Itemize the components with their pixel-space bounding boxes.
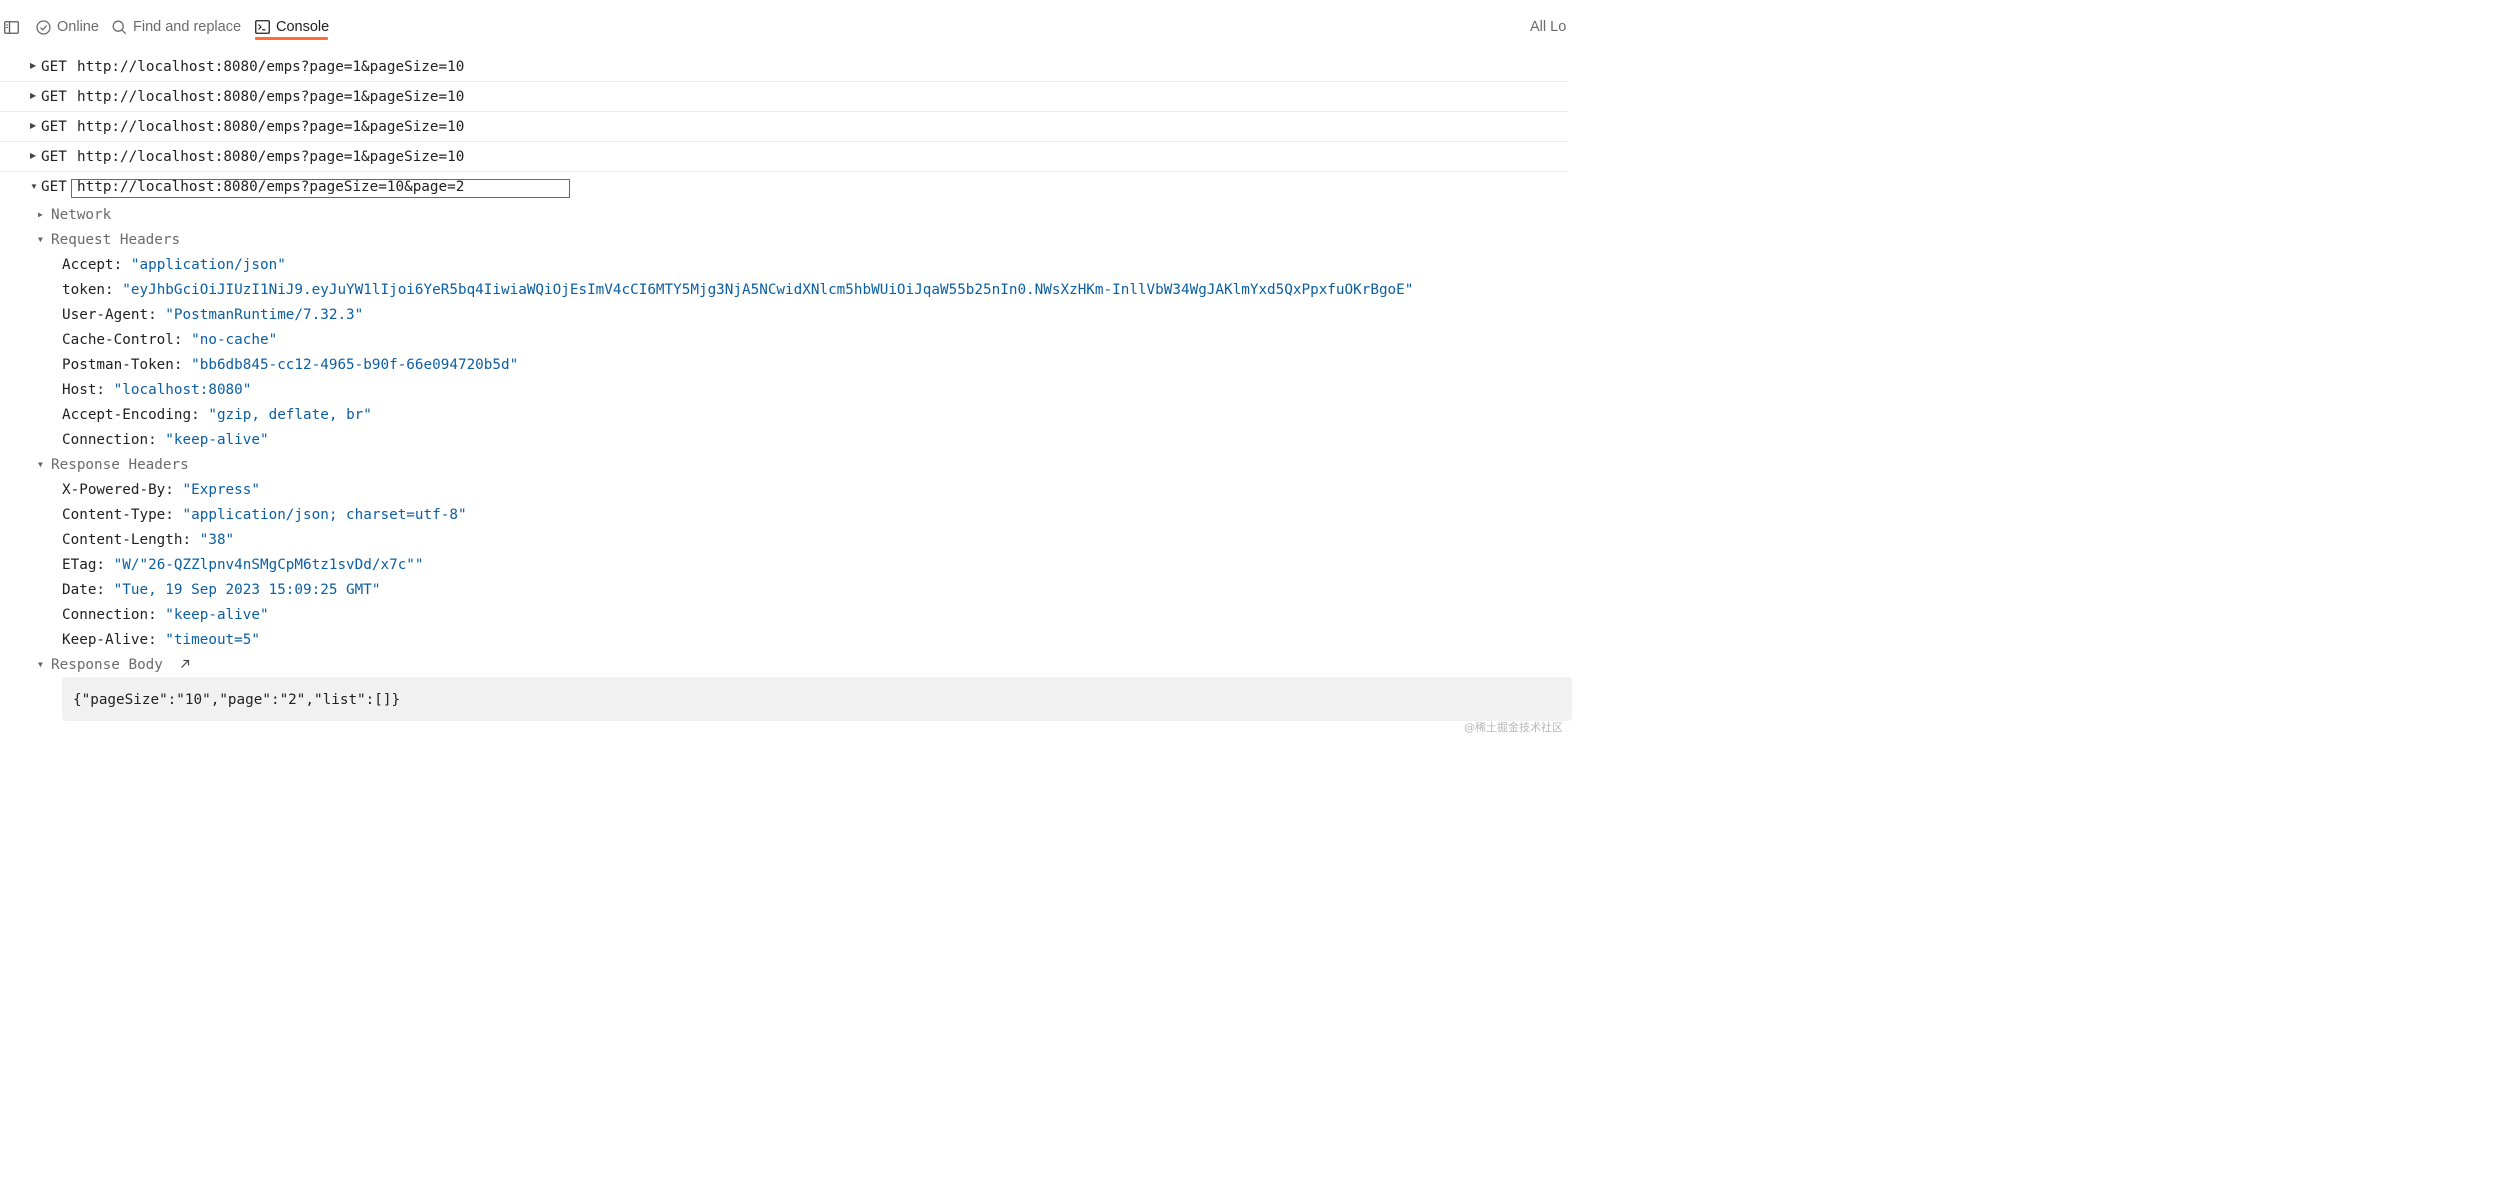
sidebar-panel-icon <box>4 20 19 34</box>
expand-caret-icon: ▶ <box>38 210 43 219</box>
header-key: Keep-Alive: <box>62 632 157 648</box>
request-row[interactable]: ▶ GET http://localhost:8080/emps?page=1&… <box>0 142 1568 172</box>
header-key: Host: <box>62 382 106 398</box>
collapse-caret-icon: ▼ <box>38 460 43 469</box>
open-external-icon[interactable] <box>180 659 190 669</box>
header-key: ETag: <box>62 557 106 573</box>
console-label: Console <box>276 19 330 35</box>
response-header-row: X-Powered-By: "Express" <box>62 480 260 500</box>
header-value: "keep-alive" <box>165 607 269 623</box>
request-url: http://localhost:8080/emps?page=1&pageSi… <box>77 119 465 135</box>
response-header-row: Content-Length: "38" <box>62 530 234 550</box>
header-value: "timeout=5" <box>165 632 260 648</box>
request-header-row: Host: "localhost:8080" <box>62 380 251 400</box>
header-value: "bb6db845-cc12-4965-b90f-66e094720b5d" <box>191 357 519 373</box>
header-key: Connection: <box>62 432 157 448</box>
request-header-row: Accept: "application/json" <box>62 255 286 275</box>
header-key: Cache-Control: <box>62 332 183 348</box>
response-header-row: Date: "Tue, 19 Sep 2023 15:09:25 GMT" <box>62 580 381 600</box>
active-tab-indicator <box>255 37 328 40</box>
expand-caret-icon[interactable]: ▶ <box>30 61 36 71</box>
header-value: "PostmanRuntime/7.32.3" <box>165 307 364 323</box>
header-value: "gzip, deflate, br" <box>208 407 372 423</box>
toggle-sidebar-icon[interactable] <box>4 16 25 38</box>
header-key: Accept: <box>62 257 123 273</box>
request-method: GET <box>41 59 67 75</box>
selected-request-url[interactable]: http://localhost:8080/emps?pageSize=10&p… <box>77 177 464 197</box>
find-and-replace-button[interactable]: Find and replace <box>112 16 241 38</box>
request-header-row: Cache-Control: "no-cache" <box>62 330 277 350</box>
request-header-row: Accept-Encoding: "gzip, deflate, br" <box>62 405 372 425</box>
header-value: "application/json" <box>130 257 286 273</box>
header-value: "W/"26-QZZlpnv4nSMgCpM6tz1svDd/x7c"" <box>113 557 424 573</box>
network-label: Network <box>51 207 112 223</box>
header-key: Accept-Encoding: <box>62 407 200 423</box>
online-label: Online <box>57 19 99 35</box>
header-value: "no-cache" <box>191 332 278 348</box>
request-url: http://localhost:8080/emps?page=1&pageSi… <box>77 149 465 165</box>
find-and-replace-label: Find and replace <box>133 19 242 35</box>
tab-console[interactable]: Console <box>255 16 329 38</box>
header-value: "application/json; charset=utf-8" <box>182 507 467 523</box>
request-header-row: User-Agent: "PostmanRuntime/7.32.3" <box>62 305 363 325</box>
expand-caret-icon[interactable]: ▶ <box>30 151 36 161</box>
request-row[interactable]: ▶ GET http://localhost:8080/emps?page=1&… <box>0 82 1568 112</box>
request-header-row: token: "eyJhbGciOiJIUzI1NiJ9.eyJuYW1lIjo… <box>62 280 1413 300</box>
header-value: "localhost:8080" <box>113 382 252 398</box>
all-logs-label: All Lo <box>1530 19 1567 35</box>
response-header-row: Keep-Alive: "timeout=5" <box>62 630 260 650</box>
watermark: @稀土掘金技术社区 <box>1464 721 1563 734</box>
header-value: "Tue, 19 Sep 2023 15:09:25 GMT" <box>113 582 381 598</box>
request-url: http://localhost:8080/emps?page=1&pageSi… <box>77 59 465 75</box>
request-method: GET <box>41 89 67 105</box>
request-header-row: Connection: "keep-alive" <box>62 430 269 450</box>
expand-caret-icon[interactable]: ▶ <box>30 121 36 131</box>
request-row[interactable]: ▶ GET http://localhost:8080/emps?page=1&… <box>0 52 1568 82</box>
header-key: Content-Length: <box>62 532 192 548</box>
all-logs-dropdown[interactable]: All Lo <box>1530 16 1566 38</box>
response-body-label: Response Body <box>51 657 163 673</box>
request-header-row: Postman-Token: "bb6db845-cc12-4965-b90f-… <box>62 355 518 375</box>
header-key: Content-Type: <box>62 507 174 523</box>
header-key: User-Agent: <box>62 307 157 323</box>
network-section-toggle[interactable]: ▶ Network <box>38 205 111 225</box>
header-value: "Express" <box>182 482 260 498</box>
request-url: http://localhost:8080/emps?page=1&pageSi… <box>77 89 465 105</box>
header-key: X-Powered-By: <box>62 482 174 498</box>
response-body-text: {"pageSize":"10","page":"2","list":[]} <box>73 692 401 708</box>
check-circle-icon <box>36 19 51 35</box>
header-key: token: <box>62 282 114 298</box>
collapse-caret-icon[interactable]: ▼ <box>30 182 38 192</box>
header-key: Postman-Token: <box>62 357 183 373</box>
request-row[interactable]: ▶ GET http://localhost:8080/emps?page=1&… <box>0 112 1568 142</box>
response-headers-label: Response Headers <box>51 457 189 473</box>
header-value: "38" <box>199 532 235 548</box>
response-header-row: Connection: "keep-alive" <box>62 605 269 625</box>
header-value: "eyJhbGciOiJIUzI1NiJ9.eyJuYW1lIjoi6YeR5b… <box>122 282 1414 298</box>
response-header-row: Content-Type: "application/json; charset… <box>62 505 467 525</box>
collapse-caret-icon: ▼ <box>38 660 43 669</box>
collapse-caret-icon: ▼ <box>38 235 43 244</box>
request-headers-label: Request Headers <box>51 232 181 248</box>
response-body-toggle[interactable]: ▼ Response Body <box>38 655 190 675</box>
online-status-button[interactable]: Online <box>36 16 99 38</box>
request-method: GET <box>41 149 67 165</box>
header-key: Connection: <box>62 607 157 623</box>
request-headers-toggle[interactable]: ▼ Request Headers <box>38 230 180 250</box>
header-key: Date: <box>62 582 106 598</box>
search-icon <box>112 20 127 34</box>
response-header-row: ETag: "W/"26-QZZlpnv4nSMgCpM6tz1svDd/x7c… <box>62 555 424 575</box>
console-toolbar: Online Find and replace Console All Lo <box>0 0 1568 54</box>
expand-caret-icon[interactable]: ▶ <box>30 91 36 101</box>
terminal-icon <box>255 20 270 34</box>
response-headers-toggle[interactable]: ▼ Response Headers <box>38 455 189 475</box>
request-method: GET <box>41 119 67 135</box>
header-value: "keep-alive" <box>165 432 269 448</box>
selected-request-method[interactable]: GET <box>41 177 67 197</box>
